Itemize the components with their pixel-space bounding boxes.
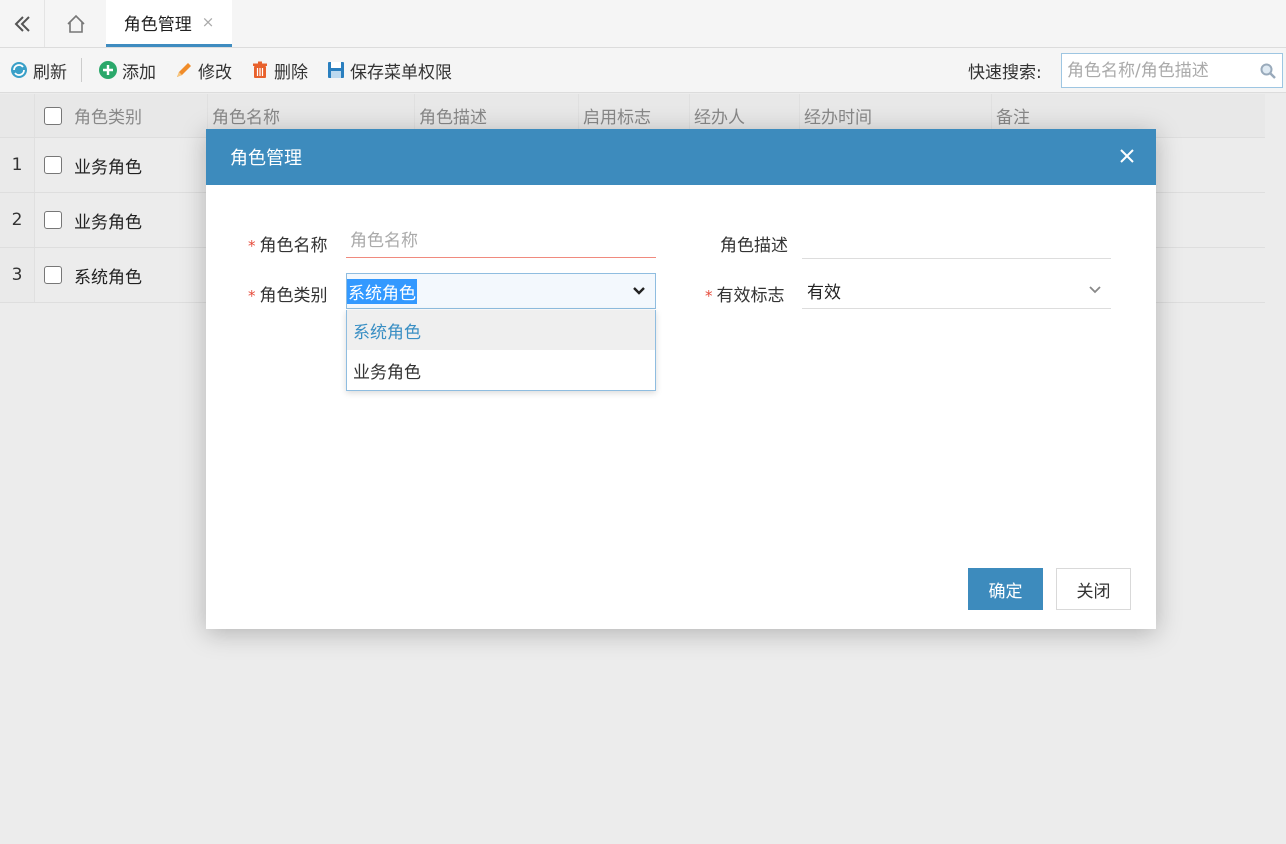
required-mark: * <box>705 287 713 305</box>
add-label: 添加 <box>122 62 156 83</box>
add-icon <box>99 61 117 79</box>
row-number: 3 <box>0 248 35 302</box>
add-button[interactable]: 添加 <box>98 58 156 83</box>
cell-role-type: 业务角色 <box>74 212 142 233</box>
tab-label: 角色管理 <box>123 14 192 35</box>
required-mark: * <box>248 237 256 255</box>
row-number: 1 <box>0 138 35 192</box>
tab-close-icon[interactable]: × <box>202 13 215 31</box>
edit-button[interactable]: 修改 <box>174 58 232 83</box>
row-checkbox-cell <box>35 138 70 192</box>
chevron-down-icon <box>633 287 645 295</box>
delete-label: 删除 <box>274 62 308 83</box>
save-icon <box>328 62 344 78</box>
tab-role-management[interactable]: 角色管理 × <box>106 0 232 47</box>
valid-flag-select[interactable]: 有效 <box>802 273 1111 309</box>
toolbar: 刷新 添加 修改 删除 保存菜单权限 快速搜索: <box>0 48 1286 93</box>
required-mark: * <box>248 287 256 305</box>
delete-button[interactable]: 删除 <box>250 58 308 83</box>
dialog-title: 角色管理 <box>230 148 302 169</box>
save-menu-permission-button[interactable]: 保存菜单权限 <box>326 58 452 83</box>
row-checkbox-cell <box>35 248 70 302</box>
cell-role-type: 系统角色 <box>74 267 142 288</box>
role-desc-input[interactable] <box>802 225 1111 259</box>
valid-flag-label: * 有效标志 <box>705 286 785 306</box>
row-checkbox[interactable] <box>43 156 62 174</box>
header-rownum <box>0 94 35 137</box>
quick-search-input[interactable] <box>1062 54 1252 87</box>
trash-icon <box>253 61 267 78</box>
refresh-label: 刷新 <box>33 62 67 83</box>
save-menu-permission-label: 保存菜单权限 <box>350 62 452 83</box>
toolbar-divider <box>81 58 82 82</box>
refresh-button[interactable]: 刷新 <box>9 58 67 83</box>
option-business-role[interactable]: 业务角色 <box>347 350 655 390</box>
row-checkbox-cell <box>35 193 70 247</box>
edit-label: 修改 <box>198 62 232 83</box>
role-type-label: * 角色类别 <box>248 286 328 306</box>
header-checkbox-cell <box>35 94 70 137</box>
chevron-down-icon <box>1089 286 1101 294</box>
quick-search-label: 快速搜索: <box>968 63 1042 83</box>
dialog-header: 角色管理 <box>206 129 1156 185</box>
row-number: 2 <box>0 193 35 247</box>
select-all-checkbox[interactable] <box>43 106 62 125</box>
confirm-button[interactable]: 确定 <box>968 568 1043 610</box>
cell-role-type: 业务角色 <box>74 157 142 178</box>
valid-flag-selected-value: 有效 <box>807 283 841 303</box>
tab-bar: 角色管理 × <box>0 0 1286 48</box>
role-management-dialog: 角色管理 *角色名称 角色描述 *角色类别 系统角色 *有效标志 有效 系统角色… <box>206 129 1156 629</box>
collapse-sidebar-icon[interactable] <box>0 0 44 47</box>
close-icon[interactable] <box>1118 147 1136 165</box>
role-type-dropdown: 系统角色 业务角色 <box>346 310 656 391</box>
row-checkbox[interactable] <box>43 211 62 229</box>
option-system-role[interactable]: 系统角色 <box>347 310 655 350</box>
search-icon[interactable] <box>1259 62 1277 80</box>
role-desc-label: 角色描述 <box>720 236 788 256</box>
quick-search-box <box>1061 53 1283 88</box>
close-button[interactable]: 关闭 <box>1056 568 1131 610</box>
row-checkbox[interactable] <box>43 266 62 284</box>
role-type-select[interactable]: 系统角色 <box>346 273 656 309</box>
pencil-icon <box>177 63 191 77</box>
role-type-selected-value: 系统角色 <box>347 278 417 304</box>
role-name-label: * 角色名称 <box>248 236 328 256</box>
col-header-role-type[interactable]: 角色类别 <box>70 94 208 137</box>
refresh-icon <box>11 62 27 78</box>
home-icon[interactable] <box>44 0 106 47</box>
role-name-input[interactable] <box>346 224 656 258</box>
